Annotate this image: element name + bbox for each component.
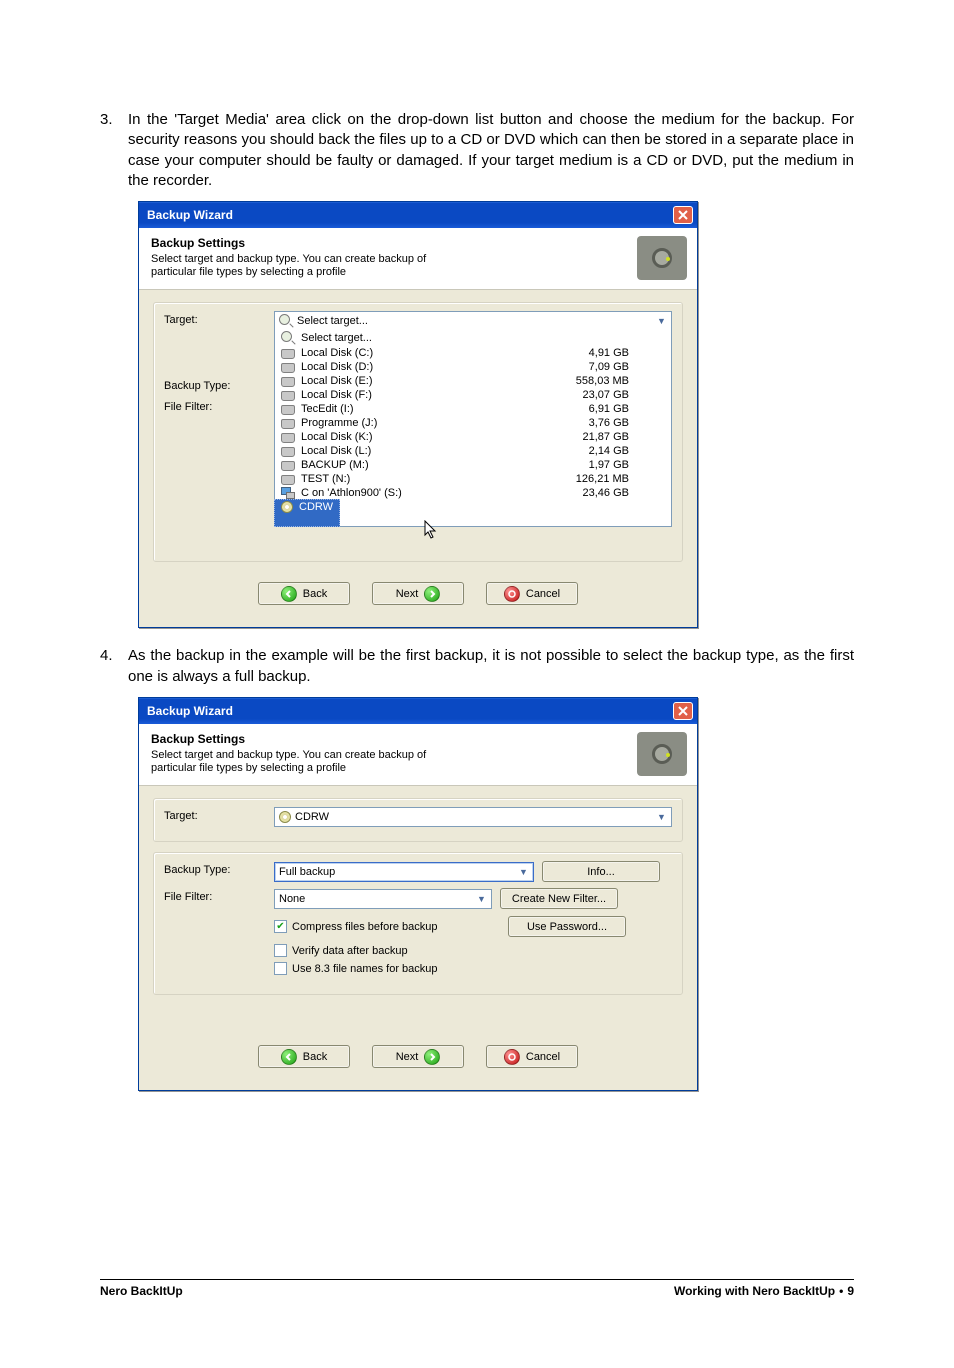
dropdown-item[interactable]: Local Disk (F:) 23,07 GB: [275, 388, 671, 402]
step-4: 4. As the backup in the example will be …: [100, 646, 854, 687]
file-filter-label: File Filter:: [164, 398, 274, 413]
header-title: Backup Settings: [151, 732, 685, 746]
cursor-icon: [423, 520, 439, 540]
step-3: 3. In the 'Target Media' area click on t…: [100, 110, 854, 191]
compress-label: Compress files before backup: [292, 921, 438, 933]
target-combobox-value: CDRW: [295, 811, 329, 823]
dropdown-item[interactable]: BACKUP (M:) 1,97 GB: [275, 458, 671, 472]
dialog-title: Backup Wizard: [147, 704, 233, 718]
cd-icon: [281, 501, 293, 513]
chevron-down-icon[interactable]: ▼: [654, 314, 669, 328]
dropdown-item[interactable]: Local Disk (K:) 21,87 GB: [275, 430, 671, 444]
network-drive-icon: [281, 487, 295, 499]
backup-type-combobox[interactable]: Full backup ▼: [274, 862, 534, 882]
arrow-left-icon: [281, 586, 297, 602]
backup-wizard-dialog-1: Backup Wizard Backup Settings Select tar…: [138, 201, 698, 628]
dropdown-item[interactable]: Select target...: [275, 330, 671, 346]
backup-wizard-dialog-2: Backup Wizard Backup Settings Select tar…: [138, 697, 698, 1091]
cd-icon: [279, 811, 291, 823]
step-4-body: As the backup in the example will be the…: [128, 646, 854, 687]
chevron-down-icon[interactable]: ▼: [516, 865, 531, 879]
compress-checkbox[interactable]: ✔: [274, 920, 287, 933]
chevron-down-icon[interactable]: ▼: [654, 810, 669, 824]
file-filter-label: File Filter:: [164, 888, 274, 903]
arrow-left-icon: [281, 1049, 297, 1065]
next-button[interactable]: Next: [372, 582, 464, 605]
info-button[interactable]: Info...: [542, 861, 660, 882]
verify-checkbox[interactable]: [274, 944, 287, 957]
disk-icon: [281, 349, 295, 359]
dropdown-item[interactable]: Programme (J:) 3,76 GB: [275, 416, 671, 430]
dropdown-item[interactable]: Local Disk (D:) 7,09 GB: [275, 360, 671, 374]
file-filter-value: None: [279, 893, 305, 905]
search-icon: [281, 331, 295, 345]
target-dropdown-list: Select target... Local Disk (C:) 4,91 GB…: [274, 330, 672, 527]
next-button[interactable]: Next: [372, 1045, 464, 1068]
step-4-number: 4.: [100, 646, 128, 687]
dialog-title: Backup Wizard: [147, 208, 233, 222]
shortnames-label: Use 8.3 file names for backup: [292, 963, 438, 975]
disk-icon: [281, 405, 295, 415]
dialog-header-panel: Backup Settings Select target and backup…: [139, 228, 697, 290]
cancel-button[interactable]: Cancel: [486, 582, 578, 605]
arrow-right-icon: [424, 586, 440, 602]
backup-type-label: Backup Type:: [164, 861, 274, 876]
verify-label: Verify data after backup: [292, 945, 408, 957]
disk-icon: [281, 419, 295, 429]
target-combobox[interactable]: CDRW ▼: [274, 807, 672, 827]
disk-icon: [281, 461, 295, 471]
dropdown-item[interactable]: Local Disk (E:) 558,03 MB: [275, 374, 671, 388]
titlebar[interactable]: Backup Wizard: [139, 698, 697, 724]
target-combobox-value: Select target...: [297, 315, 368, 327]
step-3-body: In the 'Target Media' area click on the …: [128, 110, 854, 191]
use-password-button[interactable]: Use Password...: [508, 916, 626, 937]
file-filter-combobox[interactable]: None ▼: [274, 889, 492, 909]
dropdown-item-selected[interactable]: CDRW: [274, 499, 340, 527]
disk-icon: [281, 377, 295, 387]
close-icon: [678, 210, 688, 220]
backup-type-value: Full backup: [279, 866, 335, 878]
arrow-right-icon: [424, 1049, 440, 1065]
cancel-button[interactable]: Cancel: [486, 1045, 578, 1068]
dropdown-item[interactable]: TEST (N:) 126,21 MB: [275, 472, 671, 486]
header-description: Select target and backup type. You can c…: [151, 253, 451, 279]
back-button[interactable]: Back: [258, 1045, 350, 1068]
target-label: Target:: [164, 807, 274, 822]
backup-type-label: Backup Type:: [164, 377, 274, 392]
safe-icon: [637, 236, 687, 280]
header-description: Select target and backup type. You can c…: [151, 749, 451, 775]
shortnames-checkbox[interactable]: [274, 962, 287, 975]
titlebar[interactable]: Backup Wizard: [139, 202, 697, 228]
safe-icon: [637, 732, 687, 776]
header-title: Backup Settings: [151, 236, 685, 250]
create-new-filter-button[interactable]: Create New Filter...: [500, 888, 618, 909]
footer-separator: [100, 1279, 854, 1280]
dropdown-item[interactable]: Local Disk (C:) 4,91 GB: [275, 346, 671, 360]
disk-icon: [281, 433, 295, 443]
target-label: Target:: [164, 311, 274, 326]
close-button[interactable]: [673, 702, 693, 720]
disk-icon: [281, 391, 295, 401]
footer-right: Working with Nero BackItUp•9: [674, 1284, 854, 1298]
dialog-header-panel: Backup Settings Select target and backup…: [139, 724, 697, 786]
chevron-down-icon[interactable]: ▼: [474, 892, 489, 906]
step-3-number: 3.: [100, 110, 128, 191]
close-button[interactable]: [673, 206, 693, 224]
dropdown-item[interactable]: TecEdit (I:) 6,91 GB: [275, 402, 671, 416]
dropdown-item[interactable]: C on 'Athlon900' (S:) 23,46 GB: [275, 486, 671, 500]
target-combobox[interactable]: Select target... ▼: [274, 311, 672, 331]
search-icon: [279, 314, 293, 328]
stop-icon: [504, 586, 520, 602]
disk-icon: [281, 475, 295, 485]
disk-icon: [281, 363, 295, 373]
close-icon: [678, 706, 688, 716]
back-button[interactable]: Back: [258, 582, 350, 605]
disk-icon: [281, 447, 295, 457]
page-footer: Nero BackItUp Working with Nero BackItUp…: [100, 1284, 854, 1328]
stop-icon: [504, 1049, 520, 1065]
dropdown-item[interactable]: Local Disk (L:) 2,14 GB: [275, 444, 671, 458]
footer-left: Nero BackItUp: [100, 1284, 183, 1298]
